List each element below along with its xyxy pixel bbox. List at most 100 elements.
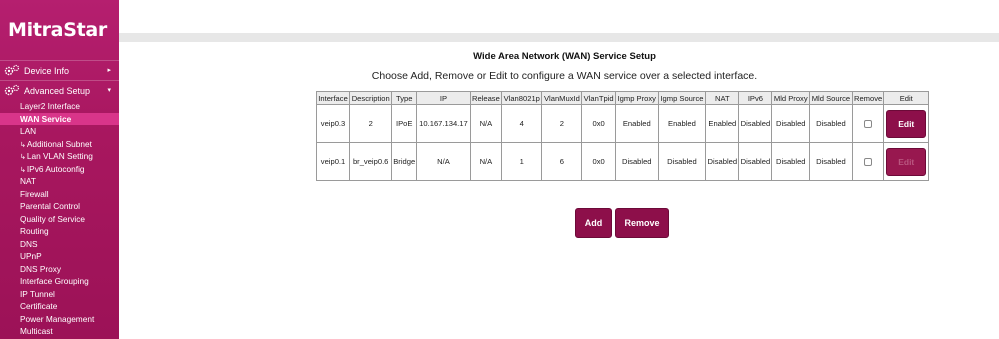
sidebar-item-ipv6-autoconfig[interactable]: ↳IPv6 Autoconfig xyxy=(0,163,119,176)
edit-button[interactable]: Edit xyxy=(886,109,927,138)
table-cell: Enabled xyxy=(705,104,740,143)
table-cell: Disabled xyxy=(705,142,740,181)
table-cell: 2 xyxy=(541,104,583,143)
sidebar-item-certificate[interactable]: Certificate xyxy=(0,300,119,313)
sidebar-item-label: LAN xyxy=(20,126,37,136)
sidebar-item-label: Power Management xyxy=(20,313,95,324)
edit-button: Edit xyxy=(886,147,927,176)
gear-icon xyxy=(4,84,20,97)
table-cell: 6 xyxy=(541,142,583,181)
chevron-down-icon: ▾ xyxy=(107,87,111,94)
sidebar-item-firewall[interactable]: Firewall xyxy=(0,188,119,201)
column-header: Interface xyxy=(315,91,351,105)
sidebar-item-label: WAN Service xyxy=(20,113,72,124)
sidebar-item-upnp[interactable]: UPnP xyxy=(0,250,119,263)
table-cell: Disabled xyxy=(657,142,707,181)
table-cell: Disabled xyxy=(771,104,811,143)
remove-button[interactable]: Remove xyxy=(615,208,669,238)
table-cell: Enabled xyxy=(614,104,659,143)
table-cell: N/A xyxy=(469,142,503,181)
sidebar-item-label: Parental Control xyxy=(20,201,80,211)
sidebar-item-label: Quality of Service xyxy=(20,213,86,224)
page-instructions: Choose Add, Remove or Edit to configure … xyxy=(371,70,758,82)
sidebar-item-layer2-interface[interactable]: Layer2 Interface xyxy=(0,100,119,113)
sidebar-item-device-info[interactable]: Device Info ▸ xyxy=(0,60,119,80)
table-cell: br_veip0.6 xyxy=(349,142,393,181)
sidebar-item-routing[interactable]: Routing xyxy=(0,225,119,238)
table-cell: 0x0 xyxy=(581,104,616,143)
table-body: veip0.3 2 IPoE 10.167.134.17 N/A 4 2 0x0 Enabled… xyxy=(315,104,929,181)
column-header: IPv6 xyxy=(738,91,773,105)
table-cell: 2 xyxy=(349,104,393,143)
submenu-hook-icon: ↳ xyxy=(20,154,26,161)
table-cell: 10.167.134.17 xyxy=(416,104,471,143)
sidebar-item-label: DNS Proxy xyxy=(20,263,62,274)
sidebar: MitraStar Device Info ▸ Advanced Setup ▾… xyxy=(0,0,119,339)
submenu-hook-icon: ↳ xyxy=(20,166,26,174)
table-cell: N/A xyxy=(469,104,503,143)
sidebar-item-label: Certificate xyxy=(20,301,58,311)
table-cell: veip0.1 xyxy=(315,142,351,181)
column-header: Type xyxy=(391,91,418,105)
sidebar-item-nat[interactable]: NAT xyxy=(0,175,119,188)
column-header: Description xyxy=(349,91,393,105)
sidebar-item-dns[interactable]: DNS xyxy=(0,238,119,251)
mitrastar-logo: MitraStar xyxy=(8,19,107,41)
table-cell: Enabled xyxy=(657,104,707,143)
column-header: Release xyxy=(469,91,503,105)
sidebar-item-label: IPv6 Autoconfig xyxy=(26,163,85,174)
column-header: NAT xyxy=(705,91,740,105)
column-header: Igmp Source xyxy=(657,91,707,105)
table-cell: Disabled xyxy=(738,104,773,143)
table-cell: veip0.3 xyxy=(315,104,351,143)
sidebar-item-additional-subnet[interactable]: ↳Additional Subnet xyxy=(0,138,119,151)
sidebar-item-power-management[interactable]: Power Management xyxy=(0,313,119,326)
wan-service-table: Interface Description Type IP Release Vlan802… xyxy=(315,91,929,181)
sidebar-item-quality-of-service[interactable]: Quality of Service xyxy=(0,213,119,226)
sidebar-item-ip-tunnel[interactable]: IP Tunnel xyxy=(0,288,119,301)
sidebar-item-dns-proxy[interactable]: DNS Proxy xyxy=(0,263,119,276)
remove-cell xyxy=(851,104,885,143)
column-header: Remove xyxy=(851,91,885,105)
sidebar-item-label: Routing xyxy=(20,226,49,236)
remove-checkbox[interactable] xyxy=(864,120,873,128)
sidebar-item-label: Interface Grouping xyxy=(20,276,89,286)
sidebar-item-interface-grouping[interactable]: Interface Grouping xyxy=(0,275,119,288)
sidebar-item-label: UPnP xyxy=(20,251,42,261)
sidebar-item-multicast[interactable]: Multicast xyxy=(0,325,119,338)
table-cell: 0x0 xyxy=(581,142,616,181)
table-row: veip0.3 2 IPoE 10.167.134.17 N/A 4 2 0x0 Enabled… xyxy=(315,104,929,143)
sidebar-item-label: DNS xyxy=(20,238,38,249)
table-cell: N/A xyxy=(416,142,471,181)
add-button[interactable]: Add xyxy=(575,208,612,238)
column-header: VlanMuxId xyxy=(541,91,583,105)
top-bar xyxy=(119,33,999,42)
gear-icon xyxy=(4,64,20,77)
submenu-hook-icon: ↳ xyxy=(20,141,26,149)
table-cell: Disabled xyxy=(809,142,853,181)
sidebar-item-lan[interactable]: LAN xyxy=(0,125,119,138)
table-cell: IPoE xyxy=(391,104,418,143)
sidebar-item-lan-vlan-setting[interactable]: ↳Lan VLAN Setting xyxy=(0,150,119,163)
remove-cell xyxy=(851,142,885,181)
page-title: Wide Area Network (WAN) Service Setup xyxy=(473,51,656,62)
remove-checkbox[interactable] xyxy=(864,158,873,166)
sidebar-item-label: Layer2 Interface xyxy=(20,101,80,111)
sidebar-item-label: Additional Subnet xyxy=(26,138,92,149)
table-cell: 4 xyxy=(501,104,543,143)
column-header: Igmp Proxy xyxy=(614,91,659,105)
chevron-right-icon: ▸ xyxy=(107,67,111,74)
sidebar-item-label: Lan VLAN Setting xyxy=(26,151,93,161)
edit-cell: Edit xyxy=(883,142,929,181)
main-content: Wide Area Network (WAN) Service Setup Ch… xyxy=(130,42,999,339)
table-cell: 1 xyxy=(501,142,543,181)
sidebar-submenu: Layer2 Interface WAN Service LAN ↳Additiona… xyxy=(0,100,119,338)
table-cell: Disabled xyxy=(738,142,773,181)
sidebar-item-advanced-setup[interactable]: Advanced Setup ▾ xyxy=(0,80,119,100)
sidebar-item-label: Multicast xyxy=(20,326,53,336)
sidebar-item-label: Advanced Setup xyxy=(24,85,91,96)
table-cell: Disabled xyxy=(771,142,811,181)
sidebar-item-wan-service[interactable]: WAN Service xyxy=(0,112,119,125)
sidebar-item-label: Device Info xyxy=(24,65,70,76)
sidebar-item-parental-control[interactable]: Parental Control xyxy=(0,200,119,213)
